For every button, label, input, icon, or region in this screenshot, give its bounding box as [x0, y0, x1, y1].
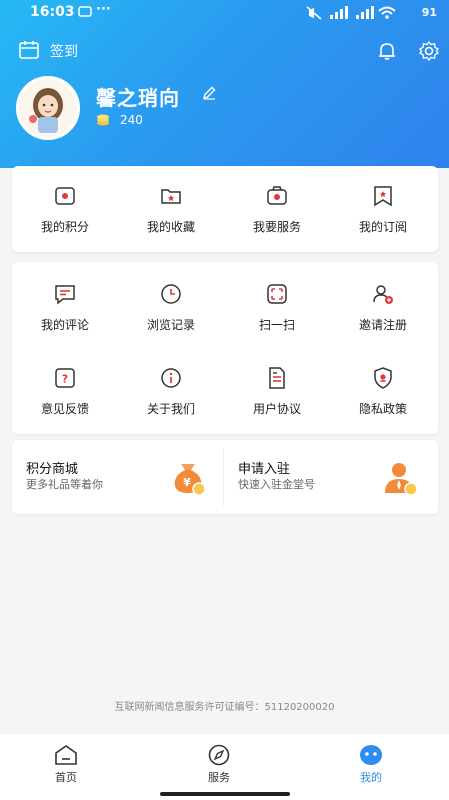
subscription-icon — [374, 186, 392, 207]
menu-item-history[interactable]: 浏览记录 — [118, 266, 224, 346]
menu-item-label: 我的积分 — [40, 220, 89, 234]
status-bar: 16:03 ··· 91 — [0, 0, 449, 28]
menu-item-label: 浏览记录 — [146, 318, 195, 332]
apply-join-entry[interactable]: 申请入驻 快速入驻金堂号 — [224, 440, 434, 514]
message-icon — [78, 6, 92, 17]
money-bag-icon: ¥ — [174, 464, 206, 496]
quick-menu-card: 我的积分 我的收藏 我要服务 我的订阅 — [12, 166, 438, 252]
tab-label: 我的 — [360, 771, 382, 784]
promo-subtitle: 快速入驻金堂号 — [238, 478, 315, 491]
mute-icon — [306, 6, 322, 20]
about-icon — [161, 368, 181, 388]
signal-icon — [330, 6, 348, 19]
points-icon — [55, 187, 75, 205]
promo-title: 申请入驻 — [238, 462, 291, 477]
license-text: 互联网新闻信息服务许可证编号：51120200020 — [114, 702, 335, 713]
promo-card: 积分商城 更多礼品等着你 ¥ 申请入驻 快速入驻金堂号 — [12, 440, 438, 514]
points-mall-entry[interactable]: 积分商城 更多礼品等着你 ¥ — [12, 440, 222, 514]
tab-label: 首页 — [55, 771, 77, 784]
feedback-icon: ? — [55, 368, 75, 388]
menu-item-label: 我的评论 — [40, 318, 89, 332]
menu-item-label: 隐私政策 — [358, 402, 407, 416]
comment-icon — [55, 285, 75, 305]
tab-service[interactable]: 服务 — [179, 744, 259, 785]
tab-profile[interactable]: 我的 — [331, 744, 411, 785]
bell-icon[interactable] — [376, 40, 398, 62]
signal-icon-2 — [356, 6, 374, 19]
menu-item-privacy[interactable]: 隐私政策 — [330, 350, 436, 430]
menu-item-label: 我的订阅 — [358, 220, 407, 234]
menu-item-about[interactable]: 关于我们 — [118, 350, 224, 430]
menu-item-scan[interactable]: 扫一扫 — [224, 266, 330, 346]
menu-item-label: 扫一扫 — [258, 318, 295, 332]
menu-item-label: 用户协议 — [252, 402, 301, 416]
invite-icon — [373, 285, 393, 304]
svg-text:¥: ¥ — [183, 476, 191, 489]
profile-header: 16:03 ··· 91 签到 馨之琑向 240 — [0, 0, 449, 168]
compass-icon — [208, 744, 230, 766]
menu-item-invite[interactable]: 邀请注册 — [330, 266, 436, 346]
home-icon — [55, 745, 77, 765]
menu-item-service[interactable]: 我要服务 — [224, 168, 330, 248]
menu-item-label: 意见反馈 — [40, 402, 89, 416]
person-badge-icon — [385, 463, 418, 496]
status-time: 16:03 — [30, 4, 75, 20]
wifi-icon — [378, 6, 396, 19]
home-indicator[interactable] — [160, 792, 290, 796]
menu-item-label: 我的收藏 — [146, 220, 195, 234]
menu-item-agreement[interactable]: 用户协议 — [224, 350, 330, 430]
privacy-icon — [374, 367, 392, 389]
svg-text:?: ? — [62, 373, 68, 386]
calendar-icon[interactable] — [18, 39, 40, 61]
menu-item-label: 邀请注册 — [358, 318, 407, 332]
menu-item-label: 我要服务 — [252, 220, 301, 234]
menu-item-favorites[interactable]: 我的收藏 — [118, 168, 224, 248]
service-icon — [267, 186, 287, 205]
scan-icon — [267, 284, 287, 304]
battery-level: 91 — [421, 6, 437, 19]
avatar[interactable] — [16, 76, 80, 140]
tab-label: 服务 — [208, 771, 230, 784]
menu-item-feedback[interactable]: ? 意见反馈 — [12, 350, 118, 430]
coin-stack-icon — [97, 114, 109, 126]
history-icon — [161, 284, 181, 304]
tab-home[interactable]: 首页 — [26, 744, 106, 785]
tools-menu-card: 我的评论 浏览记录 扫一扫 邀请注册 ? 意见反馈 关于我们 用户协议 隐私政策 — [12, 262, 438, 434]
edit-icon[interactable] — [202, 86, 216, 100]
sign-in-button[interactable]: 签到 — [50, 41, 78, 61]
promo-title: 积分商城 — [26, 462, 79, 477]
favorites-icon — [161, 189, 181, 204]
more-icon: ··· — [96, 2, 111, 17]
bottom-nav: 首页 服务 我的 — [0, 733, 449, 800]
promo-subtitle: 更多礼品等着你 — [26, 478, 103, 491]
menu-item-comments[interactable]: 我的评论 — [12, 266, 118, 346]
agreement-icon — [269, 367, 285, 389]
gear-icon[interactable] — [418, 40, 440, 62]
avatar-illustration-icon — [19, 79, 77, 137]
points-value: 240 — [120, 113, 143, 127]
username: 馨之琑向 — [96, 86, 180, 110]
profile-icon — [360, 745, 382, 765]
menu-item-label: 关于我们 — [146, 402, 195, 416]
menu-item-subscription[interactable]: 我的订阅 — [330, 168, 436, 248]
menu-item-points[interactable]: 我的积分 — [12, 168, 118, 248]
